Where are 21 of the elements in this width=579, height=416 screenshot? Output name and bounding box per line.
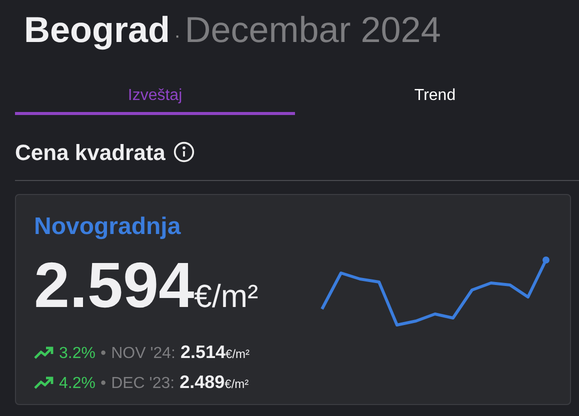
compare-value: 2.489: [180, 371, 225, 394]
trend-up-icon: [34, 376, 54, 390]
city-title: Beograd: [24, 8, 170, 52]
bullet: •: [100, 374, 106, 394]
trend-up-icon: [34, 346, 54, 360]
compare-period: DEC '23:: [111, 374, 175, 394]
card-title: Novogradnja: [34, 212, 182, 242]
section-title: Cena kvadrata: [15, 138, 166, 166]
period-title: Decembar 2024: [184, 8, 441, 52]
bullet: •: [100, 344, 106, 364]
compare-period: NOV '24:: [111, 344, 176, 364]
change-percent: 4.2%: [59, 374, 96, 394]
compare-value: 2.514: [180, 341, 226, 364]
separator-dot: ·: [174, 24, 181, 49]
compare-unit: €/m²: [224, 376, 249, 393]
price-unit: €/m²: [194, 277, 258, 316]
price-value: 2.594: [34, 248, 194, 323]
compare-unit: €/m²: [226, 346, 250, 363]
info-icon[interactable]: [173, 141, 196, 163]
tab[interactable]: Trend: [295, 79, 575, 115]
change-percent: 3.2%: [59, 344, 96, 364]
